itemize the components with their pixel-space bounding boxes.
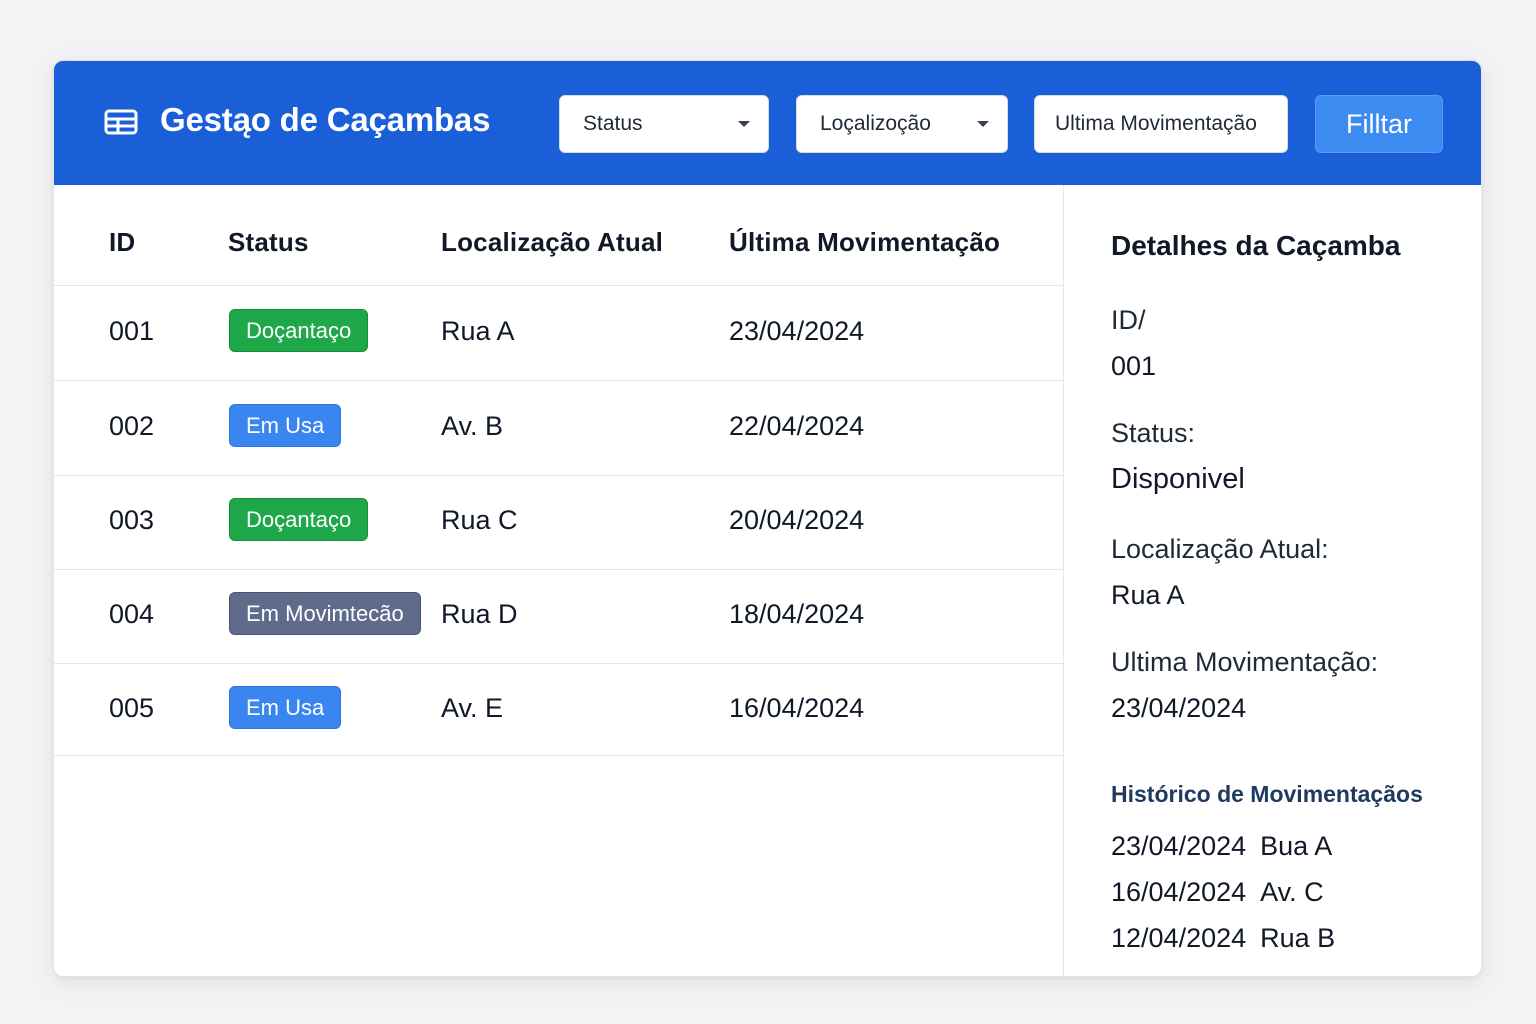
location-filter-select[interactable]: Loçalizoção	[796, 95, 1008, 153]
column-header-status[interactable]: Status	[228, 227, 309, 258]
row-id: 001	[109, 316, 155, 346]
table-row[interactable]: 002 Em Usa Av. B 22/04/2024	[54, 381, 1063, 475]
status-filter-select[interactable]: Status	[559, 95, 769, 153]
row-id: 004	[109, 599, 155, 629]
table-icon	[104, 109, 138, 135]
row-date: 18/04/2024	[729, 599, 865, 629]
status-filter-label: Status	[583, 112, 643, 135]
detail-id-value: 001	[1111, 351, 1157, 381]
row-id: 003	[109, 505, 155, 535]
chevron-down-icon	[738, 121, 750, 127]
history-place: Rua B	[1260, 923, 1336, 953]
row-location: Rua D	[441, 599, 518, 629]
detail-location-value: Rua A	[1111, 580, 1185, 610]
top-bar: Gestąo de Caçambas Status Loçalizoção Ul…	[54, 61, 1481, 185]
location-filter-label: Loçalizoção	[820, 112, 931, 135]
row-id: 005	[109, 693, 155, 723]
history-date: 12/04/2024	[1111, 923, 1247, 953]
app-title: Gestąo de Caçambas	[160, 101, 491, 138]
column-header-location[interactable]: Localização Atual	[441, 227, 663, 258]
row-divider	[54, 755, 1063, 756]
movement-filter-label: Ultima Movimentação	[1055, 112, 1257, 135]
table-row[interactable]: 003 Doçantaço Rua C 20/04/2024	[54, 475, 1063, 569]
history-item: 23/04/2024 Bua A	[1111, 831, 1332, 862]
detail-id-label: ID/	[1111, 305, 1146, 335]
detail-status-value: Disponivel	[1111, 463, 1245, 495]
app-window: Gestąo de Caçambas Status Loçalizoção Ul…	[53, 60, 1482, 977]
detail-status-label: Status:	[1111, 418, 1196, 448]
filter-button[interactable]: Filltar	[1315, 95, 1443, 153]
row-date: 22/04/2024	[729, 411, 865, 441]
table-row[interactable]: 001 Doçantaço Rua A 23/04/2024	[54, 286, 1063, 380]
details-title: Detalhes da Caçamba	[1111, 230, 1401, 261]
row-location: Rua A	[441, 316, 515, 346]
history-item: 12/04/2024 Rua B	[1111, 923, 1335, 954]
row-date: 16/04/2024	[729, 693, 865, 723]
row-date: 20/04/2024	[729, 505, 865, 535]
history-item: 16/04/2024 Av. C	[1111, 877, 1324, 908]
status-badge: Em Usa	[229, 404, 342, 447]
detail-location-label: Localização Atual:	[1111, 534, 1329, 564]
history-place: Av. C	[1260, 877, 1324, 907]
detail-movement-label: Ultima Movimentação:	[1111, 647, 1379, 677]
status-badge: Em Usa	[229, 686, 342, 729]
detail-movement-value: 23/04/2024	[1111, 693, 1247, 723]
row-location: Av. B	[441, 411, 504, 441]
movement-filter-input[interactable]: Ultima Movimentação	[1034, 95, 1288, 153]
status-badge: Doçantaço	[229, 309, 369, 352]
row-location: Rua C	[441, 505, 518, 535]
column-header-id[interactable]: ID	[109, 227, 135, 258]
status-badge: Em Movimtecão	[229, 592, 421, 635]
row-id: 002	[109, 411, 155, 441]
status-badge: Doçantaço	[229, 498, 369, 541]
row-date: 23/04/2024	[729, 316, 865, 346]
history-title: Histórico de Movimentaçãos	[1111, 781, 1423, 807]
table-row[interactable]: 005 Em Usa Av. E 16/04/2024	[54, 663, 1063, 757]
row-location: Av. E	[441, 693, 504, 723]
history-place: Bua A	[1260, 831, 1333, 861]
details-panel: Detalhes da Caçamba ID/ 001 Status: Disp…	[1064, 185, 1481, 976]
column-header-last-movement[interactable]: Última Movimentação	[729, 227, 1000, 258]
chevron-down-icon	[977, 121, 989, 127]
table-row[interactable]: 004 Em Movimtecão Rua D 18/04/2024	[54, 569, 1063, 663]
history-date: 16/04/2024	[1111, 877, 1247, 907]
history-date: 23/04/2024	[1111, 831, 1247, 861]
